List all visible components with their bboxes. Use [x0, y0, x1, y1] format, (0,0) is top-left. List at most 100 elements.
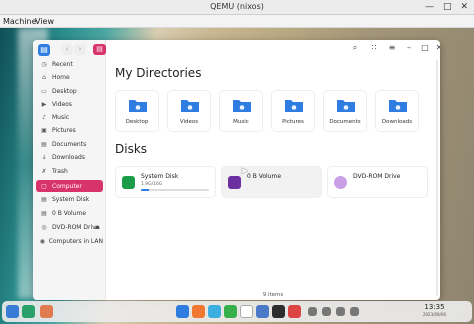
sidebar-item-label: Videos [52, 100, 72, 108]
menu-machine[interactable]: Machine [3, 17, 37, 26]
network-icon: ◉ [39, 237, 45, 245]
music-icon: ♪ [42, 113, 46, 121]
clock-icon: ◷ [41, 60, 47, 68]
disk-label: 0 B Volume [247, 173, 282, 180]
sidebar-item-label: Recent [52, 60, 73, 68]
sidebar-item-label: Documents [52, 140, 87, 148]
disk-label: System Disk [141, 173, 179, 180]
directory-label: Pictures [282, 119, 304, 125]
disk-dvd-rom-drive[interactable]: DVD-ROM Drive [327, 166, 428, 198]
disc-icon: ◎ [41, 223, 47, 231]
sidebar-item-computers-in-lan[interactable]: ◉ Computers in LAN [36, 235, 103, 247]
multitask-icon[interactable] [22, 305, 35, 318]
picture-icon: ▣ [41, 126, 47, 134]
sidebar: ▤ ◷ Recent ⌂ Home ▭ Desktop ▶ Videos ♪ Music ▣ Pict… [33, 40, 106, 300]
sidebar-item-home[interactable]: ⌂ Home [36, 71, 103, 83]
maximize-icon[interactable]: □ [419, 43, 431, 52]
maximize-icon[interactable]: □ [443, 2, 452, 12]
sidebar-item-documents[interactable]: ▤ Documents [36, 138, 103, 150]
file-manager-icon[interactable] [176, 305, 189, 318]
videos-folder-icon [180, 98, 200, 113]
tray-icon-4[interactable] [350, 307, 359, 316]
sidebar-item-label: 0 B Volume [52, 209, 87, 217]
menu-icon[interactable]: ≡ [386, 43, 398, 52]
sidebar-item-0-b-volume[interactable]: ▤ 0 B Volume [36, 207, 103, 219]
sidebar-item-dvd-rom-drive[interactable]: ◎ DVD-ROM Drive ⏏ [36, 221, 103, 233]
sidebar-item-downloads[interactable]: ↓ Downloads [36, 151, 103, 163]
sidebar-item-computer[interactable]: ▢ Computer [36, 180, 103, 192]
disk-system-disk[interactable]: System Disk 1.9G/16G [115, 166, 216, 198]
directory-label: Desktop [125, 119, 149, 125]
taskbar: 13:35 2023/09/06 [2, 301, 472, 322]
terminal-icon[interactable] [288, 305, 301, 318]
sidebar-item-desktop[interactable]: ▭ Desktop [36, 85, 103, 97]
directory-label: Music [233, 119, 249, 125]
close-icon[interactable]: ✕ [433, 43, 440, 52]
disk-size: 1.9G/16G [141, 182, 163, 187]
video-icon: ▶ [41, 100, 47, 108]
music-app-icon[interactable] [272, 305, 285, 318]
menu-view[interactable]: View [35, 17, 54, 26]
minimize-icon[interactable]: – [403, 43, 415, 52]
tray-icon-3[interactable] [336, 307, 345, 316]
gallery-icon[interactable] [192, 305, 205, 318]
minimize-icon[interactable]: — [425, 2, 434, 12]
desktop-icon: ▭ [41, 87, 47, 95]
directory-pictures[interactable]: Pictures [271, 90, 315, 132]
file-manager-app-icon: ▤ [38, 44, 50, 56]
status-bar: 9 items [262, 292, 284, 298]
qemu-menubar: Machine View [0, 15, 474, 28]
grid-icon[interactable]: ∷ [368, 43, 380, 52]
directory-label: Downloads [381, 119, 413, 125]
workspace-icon[interactable] [40, 305, 53, 318]
disk-0-b-volume[interactable]: 0 B Volume [221, 166, 322, 198]
eject-icon[interactable]: ⏏ [94, 224, 100, 231]
sidebar-item-system-disk[interactable]: ▤ System Disk [36, 193, 103, 205]
tray-icon-2[interactable] [322, 307, 331, 316]
scrollbar[interactable] [436, 60, 438, 296]
image-viewer-icon[interactable] [208, 305, 221, 318]
forward-button[interactable]: › [74, 44, 86, 55]
sidebar-item-label: DVD-ROM Drive [52, 223, 100, 231]
back-button[interactable]: ‹ [61, 44, 73, 55]
trash-icon: ✗ [41, 167, 47, 175]
sidebar-item-label: Computer [52, 182, 82, 190]
disk-usage-bar [141, 189, 209, 191]
my-directories-heading: My Directories [115, 66, 202, 80]
clock[interactable]: 13:35 2023/09/06 [423, 303, 446, 319]
sidebar-item-videos[interactable]: ▶ Videos [36, 98, 103, 110]
view-mode-button[interactable]: ▤ [93, 44, 106, 55]
downloads-folder-icon [388, 98, 408, 113]
directory-documents[interactable]: Documents [323, 90, 367, 132]
sidebar-item-label: Pictures [52, 126, 76, 134]
desktop-folder-icon [128, 98, 148, 113]
pictures-folder-icon [284, 98, 304, 113]
calendar-icon[interactable] [240, 305, 253, 318]
directory-downloads[interactable]: Downloads [375, 90, 419, 132]
close-icon[interactable]: ✕ [460, 2, 468, 12]
disk-icon: ▤ [41, 195, 47, 203]
sidebar-item-recent[interactable]: ◷ Recent [36, 58, 103, 70]
music-folder-icon [232, 98, 252, 113]
sidebar-item-trash[interactable]: ✗ Trash [36, 165, 103, 177]
file-manager-window: ▤ ◷ Recent ⌂ Home ▭ Desktop ▶ Videos ♪ Music ▣ Pict… [33, 40, 440, 300]
launcher-icon[interactable] [6, 305, 19, 318]
directory-label: Documents [329, 119, 361, 125]
sidebar-item-label: Computers in LAN [48, 237, 103, 245]
sidebar-item-music[interactable]: ♪ Music [36, 111, 103, 123]
search-icon[interactable]: ⌕ [349, 43, 361, 53]
hard-disk-icon [228, 176, 241, 189]
clock-date: 2023/09/06 [422, 312, 446, 317]
hard-disk-icon [122, 176, 135, 189]
directory-videos[interactable]: Videos [167, 90, 211, 132]
directory-desktop[interactable]: Desktop [115, 90, 159, 132]
sidebar-item-pictures[interactable]: ▣ Pictures [36, 124, 103, 136]
tray-icon-1[interactable] [308, 307, 317, 316]
settings-icon[interactable] [256, 305, 269, 318]
download-icon: ↓ [41, 153, 47, 161]
directory-music[interactable]: Music [219, 90, 263, 132]
app-store-icon[interactable] [224, 305, 237, 318]
sidebar-item-label: Music [52, 113, 70, 121]
sidebar-item-label: Downloads [52, 153, 85, 161]
disks-heading: Disks [115, 142, 148, 156]
